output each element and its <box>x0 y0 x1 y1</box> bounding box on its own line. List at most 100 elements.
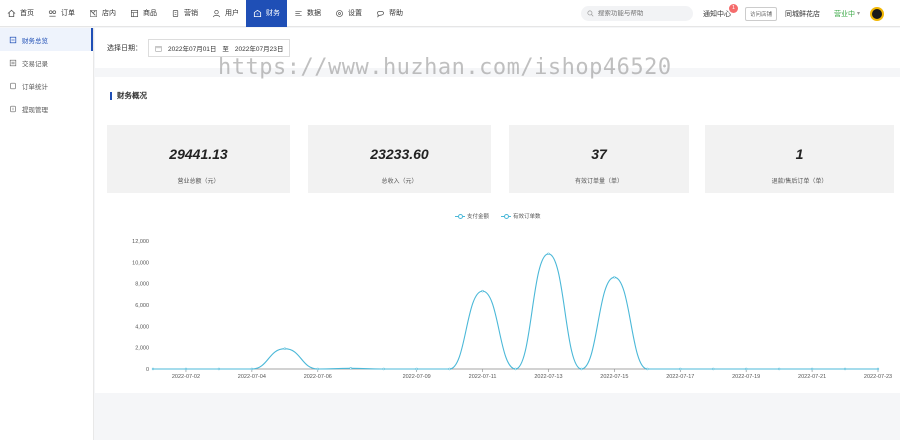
data-point <box>712 367 715 371</box>
notice-count-badge: 1 <box>728 3 738 13</box>
data-point <box>646 367 649 371</box>
marketing-icon <box>172 9 179 17</box>
x-tick-label: 2022-07-13 <box>534 374 562 380</box>
nav-item-goods[interactable]: 商品 <box>123 0 164 27</box>
settings-icon <box>336 9 343 17</box>
date-separator: 至 <box>222 46 229 53</box>
x-tick-label: 2022-07-04 <box>238 374 266 380</box>
nav-label: 订单 <box>61 10 75 17</box>
data-point <box>514 367 517 371</box>
y-tick-label: 8,000 <box>135 282 149 288</box>
data-point <box>250 367 254 371</box>
finance-icon <box>253 9 262 17</box>
nav-item-finance[interactable]: 财务 <box>246 0 287 27</box>
data-point <box>547 252 550 256</box>
data-point <box>744 367 748 371</box>
x-tick-label: 2022-07-02 <box>172 374 200 380</box>
sidebar-item-transactions[interactable]: 交易记录 <box>0 51 93 74</box>
y-tick-label: 6,000 <box>135 303 149 309</box>
data-point <box>580 367 583 371</box>
sidebar: 财务总览 交易记录 订单统计 提现管理 <box>0 28 94 440</box>
home-icon <box>7 9 16 17</box>
x-tick-label: 2022-07-19 <box>732 374 760 380</box>
sidebar-item-overview[interactable]: 财务总览 <box>0 28 93 51</box>
data-point <box>777 367 781 371</box>
data-point <box>810 367 814 371</box>
x-tick-label: 2022-07-11 <box>469 374 497 380</box>
sidebar-item-label: 订单统计 <box>22 83 48 91</box>
sidebar-item-order-stats[interactable]: 订单统计 <box>0 74 93 97</box>
nav-label: 营销 <box>184 10 198 17</box>
data-point <box>481 289 484 293</box>
y-tick-label: 2,000 <box>135 346 149 352</box>
nav-item-home[interactable]: 首页 <box>0 0 41 27</box>
sidebar-item-label: 提现管理 <box>22 106 48 114</box>
overview-icon <box>9 36 17 43</box>
start-date[interactable]: 2022年07月01日 <box>168 43 216 53</box>
nav-item-marketing[interactable]: 营销 <box>164 0 205 27</box>
withdraw-icon <box>10 105 16 112</box>
nav-item-data[interactable]: 数据 <box>287 0 328 27</box>
search-input[interactable] <box>597 10 687 17</box>
nav-label: 设置 <box>348 10 362 17</box>
avatar[interactable] <box>870 6 884 21</box>
sidebar-item-label: 财务总览 <box>22 37 48 45</box>
data-point <box>217 367 221 371</box>
nav-label: 财务 <box>266 10 280 17</box>
goods-icon <box>130 9 139 17</box>
notification-center[interactable]: 通知中心 1 <box>702 3 738 19</box>
x-tick-label: 2022-07-09 <box>403 374 431 380</box>
data-point <box>679 367 682 371</box>
end-date[interactable]: 2022年07月23日 <box>235 43 283 53</box>
data-point <box>184 367 188 371</box>
data-point <box>613 276 616 279</box>
top-navbar: 首页 订单 店内 商品 营销 用户 财务 数据 设置 帮助 搜索功能与帮助 通知… <box>0 0 900 27</box>
data-point <box>876 367 880 371</box>
x-tick-label: 2022-07-15 <box>600 374 628 380</box>
header-actions: 通知中心 1 访问店铺 同城鲜花店 营业中 ▾ <box>580 0 900 27</box>
store-icon <box>90 9 97 17</box>
sidebar-item-label: 交易记录 <box>22 60 48 68</box>
date-filter-label: 选择日期： <box>107 45 142 52</box>
search-icon <box>587 10 594 17</box>
data-point <box>349 367 352 370</box>
help-icon <box>376 10 385 18</box>
calendar-icon <box>155 45 162 52</box>
x-tick-label: 2022-07-06 <box>304 374 332 380</box>
nav-item-settings[interactable]: 设置 <box>328 0 369 27</box>
x-tick-label: 2022-07-21 <box>798 374 826 380</box>
nav-item-store[interactable]: 店内 <box>82 0 123 27</box>
chevron-down-icon: ▾ <box>856 11 860 17</box>
main-nav: 首页 订单 店内 商品 营销 用户 财务 数据 设置 帮助 <box>0 0 410 27</box>
search-box[interactable] <box>580 6 693 21</box>
data-point <box>448 367 451 371</box>
shop-name[interactable]: 同城鲜花店 <box>785 9 820 19</box>
sidebar-item-withdraw[interactable]: 提现管理 <box>0 97 93 120</box>
x-tick-label: 2022-07-23 <box>864 374 892 380</box>
notice-label: 通知中心 <box>702 10 731 18</box>
finance-overview-panel: 财务概况 29441.13 营业总额（元） 23233.60 总收入（元） 37… <box>95 77 900 393</box>
data-point <box>283 347 287 350</box>
y-tick-label: 10,000 <box>132 260 149 266</box>
transaction-icon <box>9 59 17 66</box>
data-point <box>415 367 418 371</box>
y-tick-label: 0 <box>146 367 149 373</box>
nav-item-user[interactable]: 用户 <box>205 0 246 27</box>
data-icon <box>295 10 302 16</box>
nav-item-order[interactable]: 订单 <box>41 0 82 27</box>
y-tick-label: 12,000 <box>132 239 149 245</box>
visit-shop-button[interactable]: 访问店铺 <box>744 6 777 21</box>
data-point <box>316 367 319 371</box>
x-tick-label: 2022-07-17 <box>666 374 694 380</box>
data-point <box>151 367 155 371</box>
nav-label: 店内 <box>102 10 116 17</box>
payment-line-chart: 0 2,000 4,000 6,000 8,000 10,000 12,000 2022-07… <box>132 239 892 380</box>
nav-item-help[interactable]: 帮助 <box>369 0 410 27</box>
y-tick-label: 4,000 <box>135 324 149 330</box>
order-icon <box>48 9 57 17</box>
series-line-amount <box>153 253 878 370</box>
nav-label: 数据 <box>307 10 321 17</box>
nav-label: 用户 <box>225 10 239 17</box>
business-status-dropdown[interactable]: 营业中 ▾ <box>834 9 860 19</box>
data-point <box>382 367 385 371</box>
